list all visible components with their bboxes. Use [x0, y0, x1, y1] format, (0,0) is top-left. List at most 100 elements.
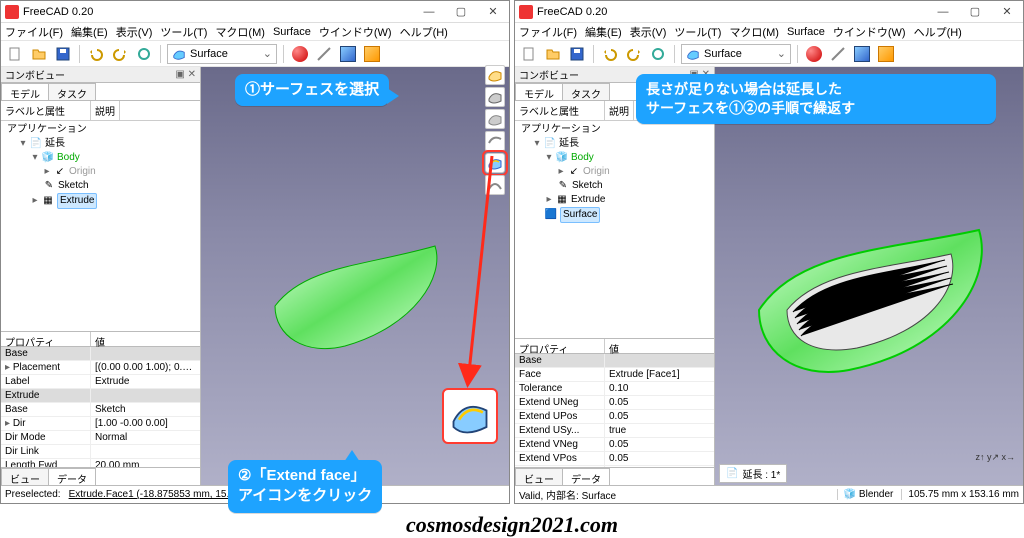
- combo-view-title: コンボビュー▣ ✕: [1, 67, 200, 83]
- prop-header-name: プロパティ: [1, 332, 91, 346]
- new-file-icon[interactable]: [5, 44, 25, 64]
- chevron-down-icon: ⌄: [263, 47, 272, 60]
- tree-header-label: ラベルと属性: [1, 101, 91, 120]
- annotation-arrow: [440, 150, 500, 400]
- main-toolbar: Surface ⌄: [515, 41, 1023, 67]
- body-icon: 🧊: [42, 152, 54, 164]
- menu-edit[interactable]: 編集(E): [71, 24, 108, 40]
- watermark: cosmosdesign2021.com: [0, 512, 1024, 538]
- group-icon[interactable]: [362, 44, 382, 64]
- menu-macro[interactable]: マクロ(M): [729, 24, 779, 40]
- model-tree[interactable]: アプリケーション ▾📄延長 ▾🧊Body ▸↙Origin ✎Sketch ▸▦…: [515, 121, 714, 225]
- model-tree[interactable]: アプリケーション ▾📄延長 ▾🧊Body ▸↙Origin ✎Sketch ▸▦…: [1, 121, 200, 211]
- undo-icon[interactable]: [86, 44, 106, 64]
- prop-header-value: 値: [91, 332, 109, 346]
- menu-surface[interactable]: Surface: [787, 26, 825, 38]
- new-file-icon[interactable]: [519, 44, 539, 64]
- origin-icon: ↙: [568, 166, 580, 178]
- extrude-icon: ▦: [556, 194, 568, 206]
- tab-model[interactable]: モデル: [515, 83, 563, 100]
- workbench-selector[interactable]: Surface ⌄: [681, 44, 791, 64]
- menu-help[interactable]: ヘルプ(H): [400, 24, 448, 40]
- close-button[interactable]: ✕: [991, 1, 1023, 22]
- body-icon: 🧊: [556, 152, 568, 164]
- close-button[interactable]: ✕: [477, 1, 509, 22]
- measure-icon[interactable]: [828, 44, 848, 64]
- doc-icon: 📄: [726, 468, 738, 479]
- titlebar: FreeCAD 0.20 — ▢ ✕: [1, 1, 509, 23]
- menu-view[interactable]: 表示(V): [630, 24, 667, 40]
- menu-help[interactable]: ヘルプ(H): [914, 24, 962, 40]
- surface-sections-icon[interactable]: [485, 87, 505, 107]
- 3d-viewport[interactable]: z↑ y↗ x→ 📄延長 : 1*: [715, 67, 1023, 485]
- preselected-target: Extrude.Face1 (-18.875853 mm, 15...): [69, 489, 239, 500]
- surface-wb-icon: [686, 47, 700, 61]
- tree-item-extrude[interactable]: Extrude: [57, 193, 97, 209]
- sketch-icon: ✎: [557, 180, 569, 192]
- callout-select-surface: ①サーフェスを選択: [235, 74, 389, 106]
- window-title: FreeCAD 0.20: [537, 6, 927, 18]
- callout-click-extend-face: ②「Extend face」 アイコンをクリック: [228, 460, 382, 513]
- tab-model[interactable]: モデル: [1, 83, 49, 100]
- app-logo-icon: [5, 5, 19, 19]
- record-macro-icon[interactable]: [804, 44, 824, 64]
- surface-model[interactable]: [245, 216, 465, 366]
- menu-tools[interactable]: ツール(T): [160, 24, 207, 40]
- tab-task[interactable]: タスク: [562, 83, 610, 100]
- surface-curve-on-mesh-icon[interactable]: [485, 131, 505, 151]
- surface-model-extended[interactable]: [739, 200, 999, 390]
- sketch-icon: ✎: [43, 180, 55, 192]
- open-file-icon[interactable]: [29, 44, 49, 64]
- menu-view[interactable]: 表示(V): [116, 24, 153, 40]
- property-panel[interactable]: Base Placement[(0.00 0.00 1.00); 0.00 °;…: [1, 347, 200, 467]
- nav-cube-axes-icon[interactable]: z↑ y↗ x→: [975, 452, 1015, 463]
- menu-window[interactable]: ウインドウ(W): [833, 24, 906, 40]
- surface-geomfill-icon[interactable]: [485, 109, 505, 129]
- workbench-selector[interactable]: Surface ⌄: [167, 44, 277, 64]
- menu-surface[interactable]: Surface: [273, 26, 311, 38]
- minimize-button[interactable]: —: [927, 1, 959, 22]
- open-file-icon[interactable]: [543, 44, 563, 64]
- panel-close-icon[interactable]: ▣ ✕: [175, 69, 196, 80]
- refresh-icon[interactable]: [648, 44, 668, 64]
- undo-icon[interactable]: [600, 44, 620, 64]
- nav-style-label[interactable]: Blender: [859, 489, 893, 500]
- surface-filling-icon[interactable]: [485, 65, 505, 85]
- save-file-icon[interactable]: [567, 44, 587, 64]
- tab-view[interactable]: ビュー: [1, 468, 49, 485]
- workbench-label: Surface: [704, 48, 742, 60]
- menu-tools[interactable]: ツール(T): [674, 24, 721, 40]
- measure-icon[interactable]: [314, 44, 334, 64]
- record-macro-icon[interactable]: [290, 44, 310, 64]
- part-icon[interactable]: [338, 44, 358, 64]
- tab-view[interactable]: ビュー: [515, 468, 563, 485]
- origin-icon: ↙: [54, 166, 66, 178]
- property-panel[interactable]: Base FaceExtrude [Face1] Tolerance0.10 E…: [515, 354, 714, 467]
- maximize-button[interactable]: ▢: [959, 1, 991, 22]
- extrude-icon: ▦: [42, 195, 54, 207]
- redo-icon[interactable]: [624, 44, 644, 64]
- titlebar: FreeCAD 0.20 — ▢ ✕: [515, 1, 1023, 23]
- save-file-icon[interactable]: [53, 44, 73, 64]
- part-icon[interactable]: [852, 44, 872, 64]
- tab-task[interactable]: タスク: [48, 83, 96, 100]
- tree-item-surface[interactable]: Surface: [560, 207, 600, 223]
- group-icon[interactable]: [876, 44, 896, 64]
- workbench-label: Surface: [190, 48, 228, 60]
- chevron-down-icon: ⌄: [777, 47, 786, 60]
- menu-macro[interactable]: マクロ(M): [215, 24, 265, 40]
- minimize-button[interactable]: —: [413, 1, 445, 22]
- mdi-tab[interactable]: 📄延長 : 1*: [719, 464, 787, 483]
- main-toolbar: Surface ⌄: [1, 41, 509, 67]
- menu-file[interactable]: ファイル(F): [519, 24, 577, 40]
- maximize-button[interactable]: ▢: [445, 1, 477, 22]
- tab-data[interactable]: データ: [48, 468, 96, 485]
- menu-window[interactable]: ウインドウ(W): [319, 24, 392, 40]
- refresh-icon[interactable]: [134, 44, 154, 64]
- redo-icon[interactable]: [110, 44, 130, 64]
- combo-view-panel: コンボビュー▣ ✕ モデル タスク ラベルと属性 説明 アプリケーション ▾📄延…: [515, 67, 715, 485]
- menu-file[interactable]: ファイル(F): [5, 24, 63, 40]
- tab-data[interactable]: データ: [562, 468, 610, 485]
- menu-edit[interactable]: 編集(E): [585, 24, 622, 40]
- surface-wb-icon: [172, 47, 186, 61]
